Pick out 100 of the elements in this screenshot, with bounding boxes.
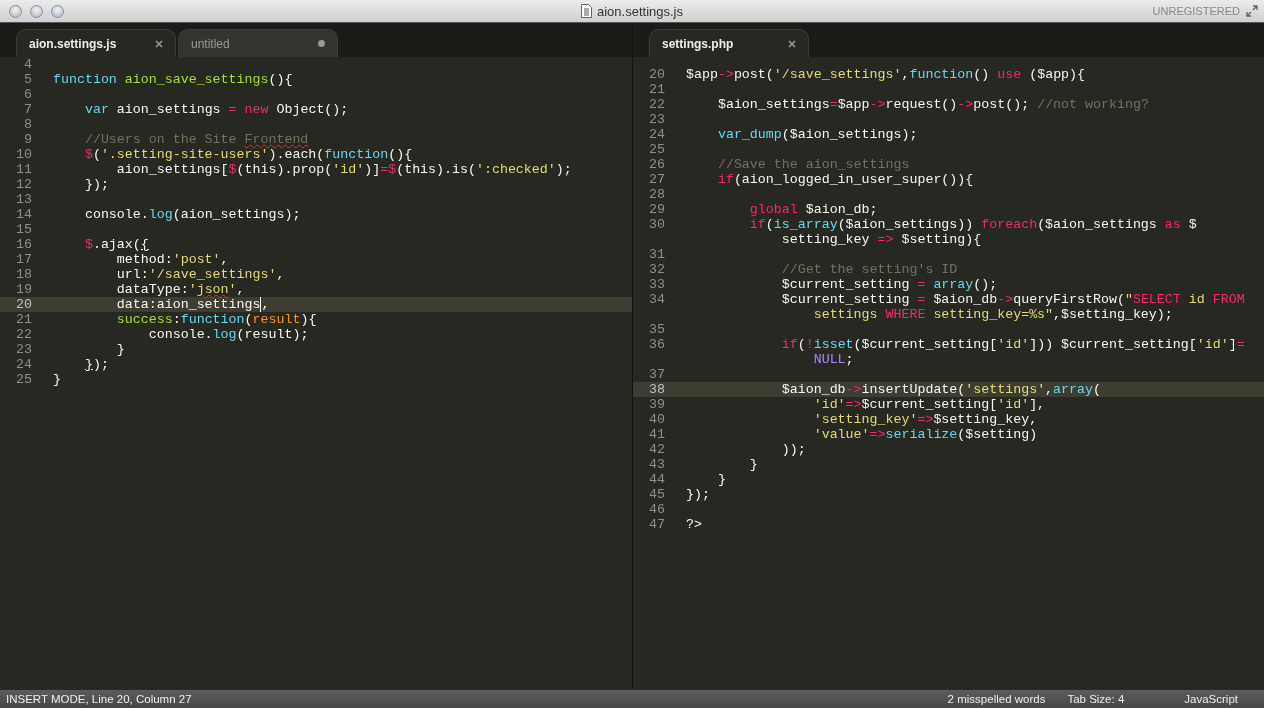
- code-line: $('.setting-site-users').each(function(){: [83, 147, 413, 162]
- line-number: 33: [648, 277, 665, 292]
- code-line: }: [748, 457, 758, 472]
- code-line: console.log(result);: [147, 327, 309, 342]
- tab[interactable]: aion.settings.js: [16, 29, 176, 57]
- line-number: 21: [15, 312, 32, 327]
- code-line: aion_settings[$(this).prop('id')]=$(this).is(':checked');: [115, 162, 572, 177]
- line-number: 17: [15, 252, 32, 267]
- status-item[interactable]: 2 misspelled words: [947, 693, 1046, 705]
- line-number: 16: [15, 237, 32, 252]
- line-number: 22: [15, 327, 32, 342]
- license-status: UNREGISTERED: [1152, 5, 1241, 17]
- code-line: //Save the aion_settings: [716, 157, 910, 172]
- code-line: setting_key => $setting){: [780, 232, 982, 247]
- line-number: 10: [15, 147, 32, 162]
- code-line: function aion_save_settings(){: [53, 72, 293, 87]
- code-line: dataType:'json',: [115, 282, 245, 297]
- line-number: 45: [648, 487, 665, 502]
- code-line: }: [115, 342, 125, 357]
- line-number: 4: [23, 57, 32, 72]
- line-number: 7: [23, 102, 32, 117]
- code-line: ));: [780, 442, 806, 457]
- window-button[interactable]: [9, 4, 22, 18]
- line-number: 18: [15, 267, 32, 282]
- line-number: 37: [648, 367, 665, 382]
- status-item[interactable]: JavaScript: [1184, 693, 1238, 705]
- line-number: 15: [15, 222, 32, 237]
- fullscreen-icon[interactable]: [1246, 5, 1258, 17]
- line-number: 40: [648, 412, 665, 427]
- line-number: 5: [23, 72, 32, 87]
- line-number: 14: [15, 207, 32, 222]
- code-line: }: [53, 372, 61, 387]
- code-line: $aion_settings=$app->request()->post(); //not working?: [716, 97, 1149, 112]
- close-icon[interactable]: [155, 39, 163, 48]
- code-line: });: [83, 177, 109, 192]
- tab[interactable]: untitled: [178, 29, 338, 57]
- line-number: 23: [648, 112, 665, 127]
- line-number: 43: [648, 457, 665, 472]
- code-line: ?>: [686, 517, 702, 532]
- line-number: 20: [648, 67, 665, 82]
- line-number: 31: [648, 247, 665, 262]
- line-number: 12: [15, 177, 32, 192]
- line-number: 23: [15, 342, 32, 357]
- window-button[interactable]: [30, 4, 43, 18]
- line-number: 32: [648, 262, 665, 277]
- line-number: 26: [648, 157, 665, 172]
- window-title: aion.settings.js: [597, 3, 683, 19]
- line-number: 46: [648, 502, 665, 517]
- close-icon[interactable]: [788, 39, 796, 48]
- tab[interactable]: settings.php: [649, 29, 809, 57]
- window-button[interactable]: [51, 4, 64, 18]
- line-number: 30: [648, 217, 665, 232]
- code-line: var_dump($aion_settings);: [716, 127, 918, 142]
- code-line: $current_setting = $aion_db->queryFirstRow("SELECT id FROM: [780, 292, 1245, 307]
- line-number: 36: [648, 337, 665, 352]
- line-number: 25: [15, 372, 32, 387]
- code-line: method:'post',: [115, 252, 229, 267]
- line-number: 21: [648, 82, 665, 97]
- code-line: //Users on the Site Frontend: [83, 132, 309, 147]
- line-number: 6: [23, 87, 32, 102]
- line-number: 8: [23, 117, 32, 132]
- line-number: 35: [648, 322, 665, 337]
- code-line: if(!isset($current_setting['id'])) $current_setting['id']=: [780, 337, 1245, 352]
- code-line: NULL;: [812, 352, 854, 367]
- code-line: $aion_db->insertUpdate('settings',array(: [780, 382, 1101, 397]
- code-line: 'setting_key'=>$setting_key,: [812, 412, 1038, 427]
- line-number: 24: [648, 127, 665, 142]
- line-number: 39: [648, 397, 665, 412]
- line-number: 9: [23, 132, 32, 147]
- line-number: 28: [648, 187, 665, 202]
- code-line: url:'/save_settings',: [115, 267, 285, 282]
- code-line: data:aion_settings,: [115, 297, 270, 312]
- line-number: 25: [648, 142, 665, 157]
- status-item[interactable]: Tab Size: 4: [1067, 693, 1125, 705]
- code-line: //Get the setting's ID: [780, 262, 958, 277]
- code-line: });: [686, 487, 710, 502]
- code-line: settings WHERE setting_key=%s",$setting_key);: [812, 307, 1173, 322]
- line-number: 41: [648, 427, 665, 442]
- line-number: 11: [15, 162, 32, 177]
- line-number: 47: [648, 517, 665, 532]
- code-line: if(aion_logged_in_user_super()){: [716, 172, 974, 187]
- code-line: 'value'=>serialize($setting): [812, 427, 1038, 442]
- code-line: 'id'=>$current_setting['id'],: [812, 397, 1046, 412]
- line-number: 29: [648, 202, 665, 217]
- line-number: 42: [648, 442, 665, 457]
- code-line: $.ajax({: [83, 237, 149, 252]
- code-line: if(is_array($aion_settings)) foreach($aion_settings as $: [748, 217, 1197, 232]
- editor-mode-status: INSERT MODE, Line 20, Column 27: [6, 693, 192, 705]
- line-number: 22: [648, 97, 665, 112]
- line-number: 13: [15, 192, 32, 207]
- code-line: });: [83, 357, 109, 372]
- code-line: console.log(aion_settings);: [83, 207, 301, 222]
- line-number: 20: [15, 297, 32, 312]
- line-number: 19: [15, 282, 32, 297]
- code-line: $current_setting = array();: [780, 277, 998, 292]
- code-line: $app->post('/save_settings',function() use ($app){: [686, 67, 1086, 82]
- line-number: 44: [648, 472, 665, 487]
- line-number: 24: [15, 357, 32, 372]
- code-line: var aion_settings = new Object();: [83, 102, 349, 117]
- code-line: }: [716, 472, 726, 487]
